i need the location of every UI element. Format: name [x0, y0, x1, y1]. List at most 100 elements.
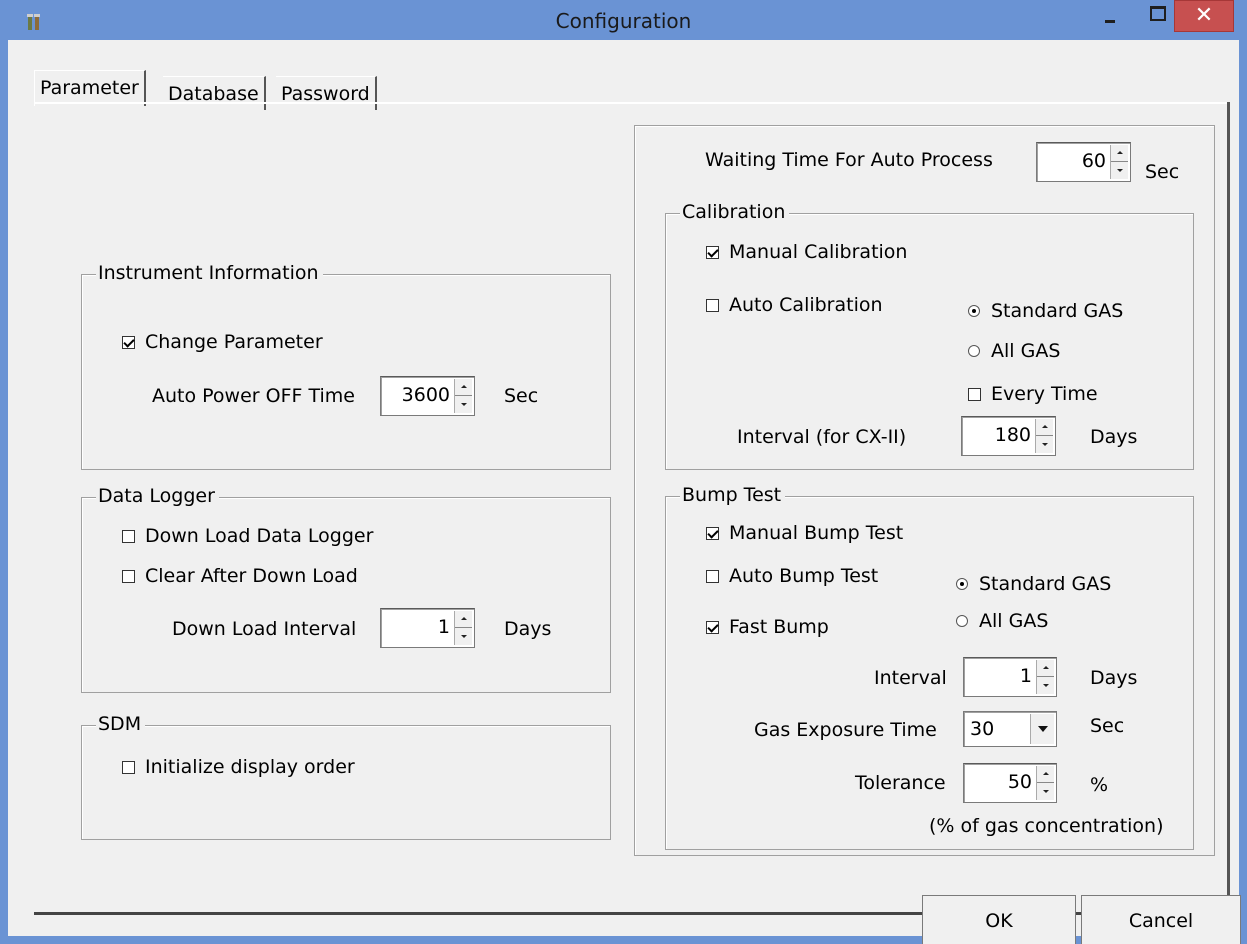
tolerance-unit: % — [1090, 774, 1109, 796]
every-time-checkbox[interactable]: Every Time — [968, 383, 1098, 405]
download-data-logger-checkbox[interactable]: Down Load Data Logger — [122, 525, 373, 547]
calibration-interval-label: Interval (for CX-II) — [737, 426, 907, 448]
auto-power-off-spinner[interactable]: 3600 — [380, 376, 475, 416]
bump-interval-spinner[interactable]: 1 — [963, 657, 1057, 697]
spin-up-icon[interactable] — [455, 611, 472, 628]
checkbox-box — [706, 526, 719, 540]
spinner-value: 50 — [1007, 771, 1032, 793]
auto-process-label: Waiting Time For Auto Process — [705, 149, 993, 171]
sdm-group: SDM Initialize display order — [81, 713, 611, 840]
tab-database[interactable]: Database — [163, 76, 266, 110]
spin-down-icon[interactable] — [455, 396, 472, 413]
cancel-button[interactable]: Cancel — [1081, 895, 1241, 944]
ok-button[interactable]: OK — [922, 895, 1076, 944]
checkbox-box — [122, 569, 135, 583]
group-title: SDM — [96, 713, 146, 735]
spinner-arrows[interactable] — [1035, 419, 1053, 453]
tolerance-label: Tolerance — [855, 772, 946, 794]
checkbox-label: Manual Bump Test — [729, 522, 904, 544]
calibration-all-gas-radio[interactable]: All GAS — [968, 340, 1060, 362]
calibration-standard-gas-radio[interactable]: Standard GAS — [968, 300, 1123, 322]
download-interval-label: Down Load Interval — [172, 618, 357, 640]
checkbox-box — [706, 245, 719, 259]
spinner-arrows[interactable] — [1036, 766, 1054, 800]
checkbox-label: Clear After Down Load — [145, 565, 358, 587]
tab-panel-border-right — [1227, 102, 1230, 914]
chevron-down-icon[interactable] — [1030, 714, 1054, 744]
checkbox-box — [968, 387, 981, 401]
spin-down-icon[interactable] — [1037, 783, 1054, 800]
tolerance-spinner[interactable]: 50 — [963, 763, 1057, 803]
spin-up-icon[interactable] — [455, 379, 472, 396]
spin-down-icon[interactable] — [1036, 436, 1053, 453]
fast-bump-checkbox[interactable]: Fast Bump — [706, 616, 829, 638]
close-button[interactable]: ✕ — [1174, 0, 1234, 32]
checkbox-box — [122, 760, 135, 774]
auto-power-off-unit: Sec — [504, 385, 539, 407]
bump-interval-label: Interval — [874, 667, 947, 689]
manual-calibration-checkbox[interactable]: Manual Calibration — [706, 241, 907, 263]
auto-bump-test-checkbox[interactable]: Auto Bump Test — [706, 565, 878, 587]
spinner-arrows[interactable] — [1036, 660, 1054, 694]
calibration-group: Calibration Manual Calibration Auto Cali… — [665, 201, 1194, 470]
configuration-window: Configuration ✕ Parameter Database Passw… — [0, 0, 1247, 944]
clear-after-download-checkbox[interactable]: Clear After Down Load — [122, 565, 358, 587]
title-bar[interactable]: Configuration ✕ — [0, 0, 1247, 40]
spin-down-icon[interactable] — [455, 628, 472, 645]
tab-parameter[interactable]: Parameter — [34, 70, 146, 106]
spinner-value: 3600 — [401, 384, 450, 406]
gas-exposure-dropdown[interactable]: 30 — [963, 711, 1057, 747]
tab-panel-border — [34, 102, 1227, 104]
radio-circle — [968, 345, 980, 357]
spin-up-icon[interactable] — [1111, 145, 1128, 162]
tab-password[interactable]: Password — [276, 76, 377, 110]
spin-down-icon[interactable] — [1111, 162, 1128, 179]
download-interval-spinner[interactable]: 1 — [380, 608, 475, 648]
initialize-display-order-checkbox[interactable]: Initialize display order — [122, 756, 355, 778]
spinner-arrows[interactable] — [454, 379, 472, 413]
checkbox-box — [706, 569, 719, 583]
auto-calibration-checkbox[interactable]: Auto Calibration — [706, 294, 883, 316]
checkbox-label: Down Load Data Logger — [145, 525, 374, 547]
calibration-interval-unit: Days — [1090, 426, 1138, 448]
gas-exposure-unit: Sec — [1090, 715, 1125, 737]
tolerance-note: (% of gas concentration) — [929, 815, 1164, 837]
checkbox-box — [122, 335, 135, 349]
spin-up-icon[interactable] — [1037, 660, 1054, 677]
group-title: Instrument Information — [96, 262, 323, 284]
radio-circle — [956, 615, 968, 627]
bump-all-gas-radio[interactable]: All GAS — [956, 610, 1048, 632]
dialog-client-area: Parameter Database Password Instrument I… — [8, 40, 1241, 944]
radio-label: Standard GAS — [991, 300, 1124, 322]
spin-down-icon[interactable] — [1037, 677, 1054, 694]
checkbox-label: Every Time — [991, 383, 1098, 405]
bump-interval-unit: Days — [1090, 667, 1138, 689]
group-title: Data Logger — [96, 485, 219, 507]
spinner-value: 1 — [437, 616, 450, 638]
checkbox-label: Change Parameter — [145, 331, 323, 353]
calibration-interval-spinner[interactable]: 180 — [961, 416, 1056, 456]
radio-label: Standard GAS — [979, 573, 1112, 595]
minimize-button[interactable] — [1088, 0, 1134, 34]
instrument-information-group: Instrument Information Change Parameter … — [81, 262, 611, 470]
data-logger-group: Data Logger Down Load Data Logger Clear … — [81, 485, 611, 693]
group-title: Bump Test — [680, 484, 786, 506]
checkbox-label: Fast Bump — [729, 616, 829, 638]
auto-process-spinner[interactable]: 60 — [1036, 142, 1131, 182]
checkbox-label: Auto Calibration — [729, 294, 883, 316]
close-icon: ✕ — [1194, 3, 1214, 28]
spin-up-icon[interactable] — [1036, 419, 1053, 436]
auto-power-off-label: Auto Power OFF Time — [152, 385, 355, 407]
spinner-arrows[interactable] — [454, 611, 472, 645]
spin-up-icon[interactable] — [1037, 766, 1054, 783]
group-title: Calibration — [680, 201, 790, 223]
radio-circle — [968, 305, 980, 317]
radio-circle — [956, 578, 968, 590]
change-parameter-checkbox[interactable]: Change Parameter — [122, 331, 323, 353]
manual-bump-test-checkbox[interactable]: Manual Bump Test — [706, 522, 903, 544]
gas-exposure-label: Gas Exposure Time — [754, 719, 937, 741]
spinner-arrows[interactable] — [1110, 145, 1128, 179]
bump-standard-gas-radio[interactable]: Standard GAS — [956, 573, 1111, 595]
checkbox-box — [122, 529, 135, 543]
spinner-value: 180 — [994, 424, 1031, 446]
